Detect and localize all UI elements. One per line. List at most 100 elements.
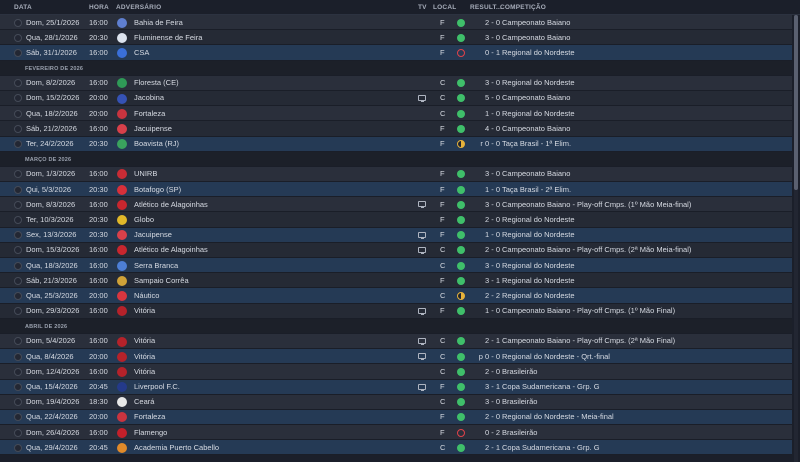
row-select-checkbox[interactable] <box>14 307 22 316</box>
table-row[interactable]: Qua, 29/4/2026 20:45 Academia Puerto Cabel… <box>0 440 792 456</box>
row-select-checkbox[interactable] <box>14 33 22 42</box>
row-select-checkbox[interactable] <box>14 352 22 361</box>
row-select-checkbox[interactable] <box>14 18 22 27</box>
competition-name[interactable]: Copa Sudamericana - Grp. G <box>502 383 600 391</box>
opponent-name[interactable]: Vitória <box>134 337 155 345</box>
competition-name[interactable]: Campeonato Baiano <box>502 170 570 178</box>
match-score[interactable]: 1 - 0 <box>470 185 500 194</box>
row-select-checkbox[interactable] <box>14 383 22 391</box>
row-select-checkbox[interactable] <box>14 170 22 179</box>
table-row[interactable]: Dom, 8/3/2026 16:00 Atlético de Alagoinhas… <box>0 197 792 213</box>
match-score[interactable]: 2 - 1 <box>470 443 500 452</box>
competition-name[interactable]: Regional do Nordeste <box>502 276 575 285</box>
opponent-name[interactable]: Atlético de Alagoinhas <box>134 246 208 254</box>
competition-name[interactable]: Regional do Nordeste - Qrt.-final <box>502 352 610 361</box>
competition-name[interactable]: Campeonato Baiano - Play-off Cmps. (2ª M… <box>502 337 675 345</box>
match-score[interactable]: 1 - 0 <box>470 307 500 315</box>
table-row[interactable]: Qua, 15/4/2026 20:45 Liverpool F.C. F 3 - 1C… <box>0 379 792 395</box>
row-select-checkbox[interactable] <box>14 48 22 57</box>
match-score[interactable]: 3 - 0 <box>470 398 500 406</box>
match-score[interactable]: 3 - 1 <box>470 276 500 285</box>
match-score[interactable]: 2 - 0 <box>470 215 500 224</box>
opponent-name[interactable]: Boavista (RJ) <box>134 140 179 148</box>
table-row[interactable]: Dom, 15/3/2026 16:00 Atlético de Alagoinha… <box>0 242 792 258</box>
opponent-name[interactable]: Globo <box>134 215 154 224</box>
row-select-checkbox[interactable] <box>14 428 22 437</box>
header-date[interactable]: DATA <box>14 4 32 11</box>
opponent-name[interactable]: Botafogo (SP) <box>134 185 181 194</box>
table-row[interactable]: Qui, 5/3/2026 20:30 Botafogo (SP) F 1 - 0 Taç… <box>0 182 792 198</box>
row-select-checkbox[interactable] <box>14 291 22 300</box>
match-score[interactable]: 2 - 0 <box>470 367 500 376</box>
competition-name[interactable]: Regional do Nordeste <box>502 261 575 270</box>
row-select-checkbox[interactable] <box>14 200 22 209</box>
opponent-name[interactable]: Vitória <box>134 367 155 376</box>
opponent-name[interactable]: Fortaleza <box>134 413 165 421</box>
header-local[interactable]: LOCAL <box>433 4 456 11</box>
match-score[interactable]: 5 - 0 <box>470 94 500 102</box>
competition-name[interactable]: Brasileirão <box>502 428 537 437</box>
match-score[interactable]: 2 - 2 <box>470 291 500 300</box>
opponent-name[interactable]: Ceará <box>134 398 154 406</box>
opponent-name[interactable]: Flamengo <box>134 428 167 437</box>
table-row[interactable]: Dom, 8/2/2026 16:00 Floresta (CE) C 3 - 0 Reg… <box>0 75 792 91</box>
opponent-name[interactable]: Sampaio Corrêa <box>134 276 189 285</box>
table-row[interactable]: Dom, 26/4/2026 16:00 Flamengo F 0 - 2 Brasile… <box>0 425 792 441</box>
opponent-name[interactable]: Academia Puerto Cabello <box>134 443 219 452</box>
competition-name[interactable]: Taça Brasil - 1ª Elim. <box>502 140 571 148</box>
competition-name[interactable]: Campeonato Baiano <box>502 124 570 133</box>
match-score[interactable]: 1 - 0 <box>470 109 500 118</box>
row-select-checkbox[interactable] <box>14 185 22 194</box>
table-row[interactable]: Qua, 18/3/2026 16:00 Serra Branca C 3 - 0 Reg… <box>0 258 792 274</box>
header-result[interactable]: RESULT... <box>470 4 502 11</box>
table-row[interactable]: Sáb, 21/3/2026 16:00 Sampaio Corrêa F 3 - 1R… <box>0 273 792 289</box>
row-select-checkbox[interactable] <box>14 276 22 285</box>
row-select-checkbox[interactable] <box>14 246 22 255</box>
table-row[interactable]: Dom, 12/4/2026 16:00 Vitória C 2 - 0 Brasilei… <box>0 364 792 380</box>
row-select-checkbox[interactable] <box>14 367 22 376</box>
opponent-name[interactable]: Jacuipense <box>134 231 172 239</box>
competition-name[interactable]: Regional do Nordeste <box>502 231 575 239</box>
competition-name[interactable]: Campeonato Baiano <box>502 94 570 102</box>
table-row[interactable]: Dom, 5/4/2026 16:00 Vitória C 2 - 1 Campeonat… <box>0 333 792 350</box>
match-score[interactable]: 1 - 0 <box>470 231 500 239</box>
match-score[interactable]: r 0 - 0 <box>470 140 500 148</box>
header-tv[interactable]: TV <box>418 4 427 11</box>
scrollbar-thumb[interactable] <box>794 15 798 190</box>
table-row[interactable]: Qua, 18/2/2026 20:00 Fortaleza C 1 - 0 Region… <box>0 106 792 122</box>
match-score[interactable]: 2 - 1 <box>470 337 500 345</box>
header-competition[interactable]: COMPETIÇÃO <box>500 4 546 11</box>
opponent-name[interactable]: Atlético de Alagoinhas <box>134 200 208 209</box>
opponent-name[interactable]: Bahia de Feira <box>134 18 183 27</box>
table-row[interactable]: Dom, 29/3/2026 16:00 Vitória F 1 - 0 Campeona… <box>0 303 792 319</box>
competition-name[interactable]: Regional do Nordeste - Meia-final <box>502 413 614 421</box>
competition-name[interactable]: Campeonato Baiano <box>502 33 570 42</box>
table-row[interactable]: Sáb, 21/2/2026 16:00 Jacuipense F 4 - 0 Campe… <box>0 121 792 137</box>
match-score[interactable]: 3 - 0 <box>470 170 500 178</box>
row-select-checkbox[interactable] <box>14 140 22 148</box>
row-select-checkbox[interactable] <box>14 443 22 452</box>
opponent-name[interactable]: Náutico <box>134 291 159 300</box>
table-row[interactable]: Dom, 15/2/2026 20:00 Jacobina C 5 - 0 Campeon… <box>0 90 792 107</box>
match-score[interactable]: 0 - 1 <box>470 48 500 57</box>
table-row[interactable]: Ter, 10/3/2026 20:30 Globo F 2 - 0 Regional d… <box>0 212 792 228</box>
row-select-checkbox[interactable] <box>14 413 22 422</box>
table-row[interactable]: Qua, 8/4/2026 20:00 Vitória Cp 0 - 0 Regiona… <box>0 349 792 365</box>
match-score[interactable]: 2 - 0 <box>470 18 500 27</box>
header-time[interactable]: HORA <box>89 4 109 11</box>
match-score[interactable]: 4 - 0 <box>470 124 500 133</box>
opponent-name[interactable]: UNIRB <box>134 170 157 178</box>
competition-name[interactable]: Campeonato Baiano <box>502 18 570 27</box>
row-select-checkbox[interactable] <box>14 337 22 346</box>
row-select-checkbox[interactable] <box>14 231 22 240</box>
table-row[interactable]: Qua, 25/3/2026 20:00 Náutico C 2 - 2 Regional… <box>0 288 792 304</box>
competition-name[interactable]: Regional do Nordeste <box>502 109 575 118</box>
row-select-checkbox[interactable] <box>14 261 22 270</box>
opponent-name[interactable]: Liverpool F.C. <box>134 383 180 391</box>
competition-name[interactable]: Brasileirão <box>502 367 537 376</box>
table-row[interactable]: Dom, 1/3/2026 16:00 UNIRB F 3 - 0 Campeonato … <box>0 166 792 183</box>
row-select-checkbox[interactable] <box>14 398 22 407</box>
table-row[interactable]: Dom, 19/4/2026 18:30 Ceará C 3 - 0 Brasileirã… <box>0 394 792 410</box>
row-select-checkbox[interactable] <box>14 79 22 88</box>
header-opponent[interactable]: ADVERSÁRIO <box>116 4 161 11</box>
